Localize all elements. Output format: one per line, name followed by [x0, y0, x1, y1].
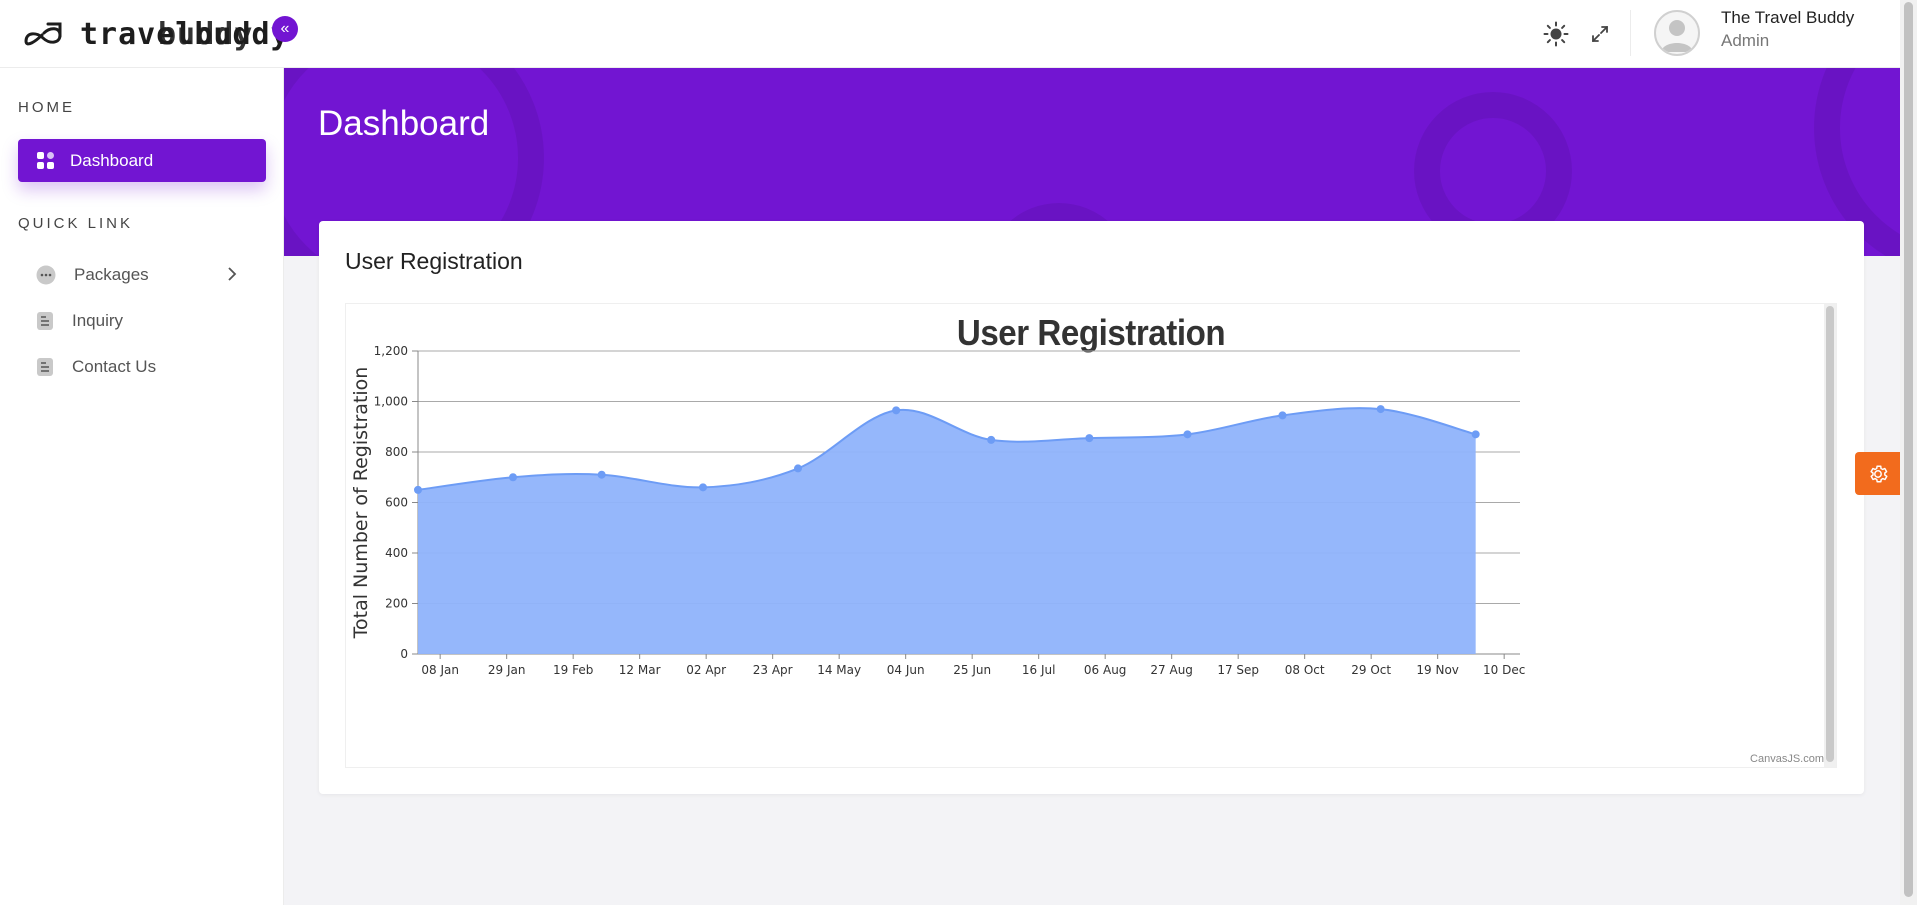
- infinity-logo-icon: [24, 22, 62, 46]
- x-tick-label: 29 Jan: [488, 663, 526, 677]
- sidebar: HOME Dashboard QUICK LINK Packages Inqui…: [0, 68, 284, 905]
- expand-icon: [1592, 26, 1608, 42]
- x-tick-label: 19 Nov: [1416, 663, 1459, 677]
- more-dots-icon: [36, 265, 56, 285]
- x-tick-label: 16 Jul: [1022, 663, 1056, 677]
- sidebar-section-quick-link: QUICK LINK: [18, 215, 134, 232]
- user-name[interactable]: The Travel Buddy: [1721, 8, 1854, 28]
- x-tick-label: 02 Apr: [686, 663, 726, 677]
- data-point: [699, 483, 707, 492]
- sidebar-item-packages[interactable]: Packages: [36, 258, 256, 292]
- data-point: [414, 485, 422, 494]
- sun-icon: [1543, 21, 1569, 47]
- double-chevron-left-icon: «: [280, 20, 290, 37]
- registration-chart: User Registration 0 200 400 600 800 1,000 1,20…: [345, 303, 1837, 768]
- dashboard-icon: [37, 151, 54, 169]
- data-point: [1183, 430, 1192, 439]
- y-tick-label: 400: [385, 546, 408, 560]
- user-role: Admin: [1721, 31, 1770, 50]
- y-tick-label: 600: [385, 496, 408, 510]
- x-tick-label: 08 Jan: [421, 663, 459, 677]
- x-tick-label: 17 Sep: [1217, 663, 1259, 677]
- collapse-sidebar-button[interactable]: «: [272, 16, 298, 42]
- card-title: User Registration: [345, 248, 523, 274]
- sidebar-section-home: HOME: [18, 99, 75, 116]
- x-tick-label: 08 Oct: [1285, 663, 1325, 677]
- sidebar-item-label: Contact Us: [72, 357, 157, 376]
- x-tick-label: 23 Apr: [753, 663, 793, 677]
- y-tick-label: 200: [385, 597, 408, 611]
- sidebar-item-dashboard[interactable]: Dashboard: [18, 139, 266, 182]
- chart-scrollbar-thumb[interactable]: [1826, 306, 1834, 762]
- top-bar: travelbuddy buddy « The Travel Buddy Adm…: [0, 0, 1900, 68]
- chevron-right-icon: [228, 267, 237, 281]
- data-point: [794, 464, 802, 473]
- logo-text: travelbuddy buddy: [80, 16, 290, 52]
- page-scrollbar-thumb[interactable]: [1904, 2, 1913, 897]
- settings-button[interactable]: [1855, 452, 1900, 495]
- chart-canvas: 0 200 400 600 800 1,000 1,200 08 Jan 29 Jan 19 Fe…: [350, 344, 1525, 677]
- x-tick-label: 04 Jun: [887, 663, 925, 677]
- chart-credit[interactable]: CanvasJS.com: [1750, 753, 1824, 765]
- app-logo[interactable]: travelbuddy buddy: [20, 14, 290, 54]
- document-icon: [37, 312, 53, 330]
- data-point: [1278, 411, 1287, 420]
- data-point: [892, 406, 901, 415]
- y-tick-label: 800: [385, 445, 408, 459]
- data-point: [1471, 430, 1480, 439]
- sidebar-item-contact-us[interactable]: Contact Us: [36, 350, 256, 384]
- chart-scrollbar[interactable]: [1824, 304, 1836, 767]
- series-area: [418, 408, 1476, 654]
- y-axis-title: Total Number of Registration: [350, 367, 372, 640]
- logo-text-overlap: buddy: [158, 16, 254, 52]
- x-tick-label: 10 Dec: [1483, 663, 1525, 677]
- data-point: [1376, 405, 1385, 414]
- x-tick-label: 29 Oct: [1351, 663, 1391, 677]
- x-tick-label: 12 Mar: [619, 663, 661, 677]
- sidebar-item-label: Inquiry: [72, 311, 124, 330]
- x-tick-label: 19 Feb: [553, 663, 593, 677]
- theme-toggle-button[interactable]: [1541, 19, 1571, 49]
- page-scrollbar[interactable]: [1900, 0, 1917, 905]
- data-point: [987, 435, 996, 444]
- avatar[interactable]: [1654, 10, 1700, 56]
- header-divider: [1630, 10, 1631, 56]
- fullscreen-button[interactable]: [1585, 19, 1615, 49]
- x-tick-label: 14 May: [817, 663, 861, 677]
- data-point: [1085, 434, 1094, 443]
- x-tick-label: 25 Jun: [953, 663, 991, 677]
- data-point: [509, 473, 517, 482]
- y-tick-label: 0: [400, 647, 408, 661]
- y-tick-label: 1,000: [374, 395, 408, 409]
- sidebar-item-label: Dashboard: [70, 150, 154, 170]
- y-tick-label: 1,200: [374, 344, 408, 358]
- document-icon: [37, 358, 53, 376]
- data-point: [597, 470, 606, 479]
- user-avatar-icon: [1661, 20, 1693, 52]
- registration-card: User Registration User Registration 0 200…: [319, 221, 1864, 794]
- sidebar-item-inquiry[interactable]: Inquiry: [36, 304, 256, 338]
- page-title: Dashboard: [318, 104, 490, 143]
- x-tick-label: 27 Aug: [1150, 663, 1193, 677]
- x-tick-label: 06 Aug: [1084, 663, 1127, 677]
- sidebar-item-label: Packages: [74, 265, 149, 284]
- gear-icon: [1869, 464, 1888, 483]
